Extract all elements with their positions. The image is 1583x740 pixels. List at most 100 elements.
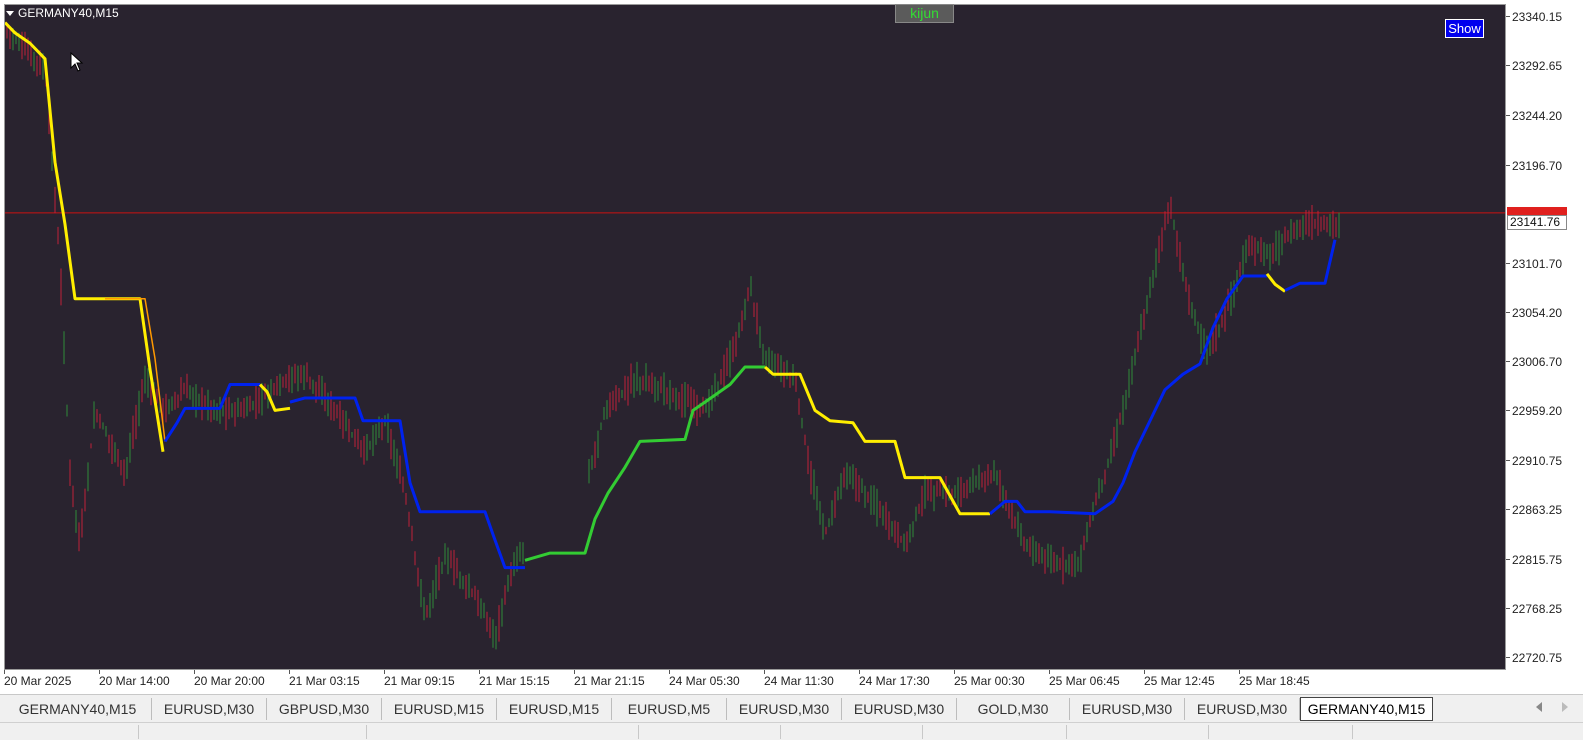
price-tick-label: 23340.15 xyxy=(1512,10,1563,25)
tab-scroll-right-icon[interactable] xyxy=(1562,702,1568,712)
chart-tab[interactable]: EURUSD,M30 xyxy=(152,698,267,720)
symbol-label[interactable]: GERMANY40,M15 xyxy=(6,6,119,20)
price-tick-label: 23006.70 xyxy=(1512,355,1563,370)
price-tick: 22863.25 xyxy=(1506,503,1583,517)
time-tick: 21 Mar 03:15 xyxy=(289,670,360,688)
kijun-line-1 xyxy=(105,297,166,442)
tick-mark xyxy=(1144,670,1145,674)
time-tick: 25 Mar 06:45 xyxy=(1049,670,1120,688)
time-tick: 25 Mar 12:45 xyxy=(1144,670,1215,688)
price-tick-label: 22720.75 xyxy=(1512,650,1563,665)
price-tick: 22720.75 xyxy=(1506,651,1583,665)
price-chart[interactable] xyxy=(5,5,1506,670)
tick-mark xyxy=(1506,65,1510,67)
tick-mark xyxy=(1506,115,1510,117)
time-tick-label: 20 Mar 14:00 xyxy=(99,674,170,688)
chart-window[interactable]: GERMANY40,M15 kijun Show 23340.15 23292.6… xyxy=(0,0,1583,694)
time-tick: 24 Mar 17:30 xyxy=(859,670,930,688)
chart-tab[interactable]: GERMANY40,M15 xyxy=(1300,697,1433,721)
price-tick: 23244.20 xyxy=(1506,109,1583,123)
kijun-line-8 xyxy=(1265,272,1286,293)
time-tick: 21 Mar 21:15 xyxy=(574,670,645,688)
time-tick-label: 24 Mar 17:30 xyxy=(859,674,930,688)
time-tick-label: 21 Mar 09:15 xyxy=(384,674,455,688)
status-divider xyxy=(922,725,923,739)
chart-tab[interactable]: EURUSD,M30 xyxy=(842,698,957,720)
chart-tab[interactable]: EURUSD,M15 xyxy=(382,698,497,720)
kijun-line-5 xyxy=(524,365,765,562)
chart-tab[interactable]: EURUSD,M30 xyxy=(1070,698,1185,720)
price-tick-label: 22768.25 xyxy=(1512,601,1563,616)
chart-tab[interactable]: GERMANY40,M15 xyxy=(4,698,152,720)
status-divider xyxy=(638,725,639,739)
chart-plot-area[interactable] xyxy=(4,4,1506,670)
tick-mark xyxy=(1506,558,1510,560)
chart-tab[interactable]: EURUSD,M30 xyxy=(727,698,842,720)
price-tick: 22959.20 xyxy=(1506,404,1583,418)
time-tick: 21 Mar 15:15 xyxy=(479,670,550,688)
tick-mark xyxy=(479,670,480,674)
time-tick-label: 25 Mar 18:45 xyxy=(1239,674,1310,688)
tick-mark xyxy=(1049,670,1050,674)
time-tick: 24 Mar 11:30 xyxy=(764,670,834,688)
price-tick: 22815.75 xyxy=(1506,553,1583,567)
status-divider xyxy=(138,725,139,739)
price-tick-label: 23244.20 xyxy=(1512,109,1563,124)
tick-mark xyxy=(1506,361,1510,363)
time-tick: 20 Mar 14:00 xyxy=(99,670,170,688)
tick-mark xyxy=(1506,607,1510,609)
chart-tab[interactable]: EURUSD,M30 xyxy=(1185,698,1300,720)
kijun-line-4 xyxy=(289,396,525,570)
tick-mark xyxy=(1506,262,1510,264)
tick-mark xyxy=(1506,460,1510,462)
time-tick-label: 20 Mar 2025 xyxy=(4,674,72,688)
time-tick: 21 Mar 09:15 xyxy=(384,670,455,688)
chart-tab[interactable]: GBPUSD,M30 xyxy=(267,698,382,720)
price-tick: 22910.75 xyxy=(1506,454,1583,468)
price-tick-label: 22959.20 xyxy=(1512,404,1563,419)
tick-mark xyxy=(1506,656,1510,658)
tick-mark xyxy=(1506,311,1510,313)
time-tick-label: 21 Mar 03:15 xyxy=(289,674,360,688)
tick-mark xyxy=(99,670,100,674)
kijun-line-0 xyxy=(5,21,165,452)
price-tick: 23101.70 xyxy=(1506,257,1583,271)
dropdown-triangle-icon[interactable] xyxy=(6,10,14,16)
time-tick-label: 25 Mar 06:45 xyxy=(1049,674,1120,688)
chart-tab[interactable]: EURUSD,M5 xyxy=(612,698,727,720)
kijun-line-9 xyxy=(1284,239,1337,292)
current-price-label: 23141.76 xyxy=(1507,215,1567,230)
tick-mark xyxy=(1239,670,1240,674)
price-tick-label: 23054.20 xyxy=(1512,305,1563,320)
price-tick: 23196.70 xyxy=(1506,159,1583,173)
symbol-text: GERMANY40,M15 xyxy=(18,6,119,20)
indicator-label[interactable]: kijun xyxy=(895,4,954,23)
tick-mark xyxy=(954,670,955,674)
tick-mark xyxy=(574,670,575,674)
time-tick-label: 25 Mar 00:30 xyxy=(954,674,1025,688)
time-axis[interactable]: 20 Mar 2025 20 Mar 14:00 20 Mar 20:00 21 Ma… xyxy=(4,670,1506,694)
tab-scroll-left-icon[interactable] xyxy=(1536,702,1542,712)
status-divider xyxy=(780,725,781,739)
candlesticks xyxy=(6,22,1340,650)
tick-mark xyxy=(764,670,765,674)
time-tick: 20 Mar 20:00 xyxy=(194,670,265,688)
time-tick: 24 Mar 05:30 xyxy=(669,670,740,688)
tick-mark xyxy=(1506,16,1510,18)
show-button[interactable]: Show xyxy=(1445,19,1484,38)
time-tick: 25 Mar 00:30 xyxy=(954,670,1025,688)
price-tick-label: 23292.65 xyxy=(1512,59,1563,74)
tick-mark xyxy=(289,670,290,674)
status-divider xyxy=(366,725,367,739)
chart-tab[interactable]: GOLD,M30 xyxy=(957,698,1070,720)
price-axis[interactable]: 23340.15 23292.65 23244.20 23196.70 23101.70… xyxy=(1506,4,1583,670)
terminal-window: GERMANY40,M15 kijun Show 23340.15 23292.6… xyxy=(0,0,1583,740)
price-tick: 23054.20 xyxy=(1506,306,1583,320)
time-tick-label: 24 Mar 11:30 xyxy=(764,674,834,688)
tick-mark xyxy=(1506,164,1510,166)
status-bar xyxy=(0,722,1583,740)
time-tick: 25 Mar 18:45 xyxy=(1239,670,1310,688)
mouse-pointer-icon xyxy=(70,52,84,72)
chart-tab[interactable]: EURUSD,M15 xyxy=(497,698,612,720)
chart-tab-bar: GERMANY40,M15 EURUSD,M30 GBPUSD,M30 EURUSD,… xyxy=(0,694,1583,722)
